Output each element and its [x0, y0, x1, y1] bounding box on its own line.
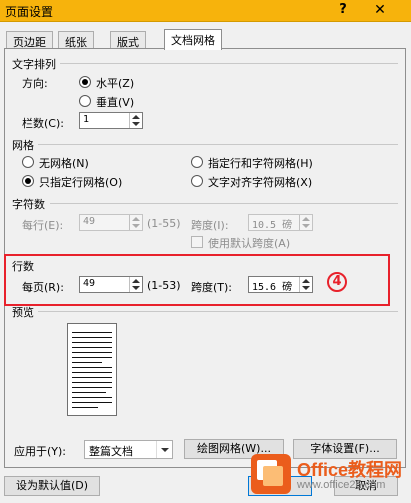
preview-line: [72, 342, 112, 343]
title-bar: 页面设置 ? ✕: [0, 0, 411, 22]
chars-per-line-label: 每行(E):: [22, 219, 64, 232]
text-snap-char-grid-radio[interactable]: [191, 175, 203, 187]
line-pitch-value[interactable]: 15.6 磅: [252, 278, 292, 293]
page-preview: [67, 323, 117, 416]
lines-section: 行数: [12, 260, 34, 273]
preview-line: [72, 357, 112, 358]
watermark: Office教程网 www.office26.com: [241, 450, 411, 503]
line-and-char-grid-label[interactable]: 指定行和字符网格(H): [208, 155, 313, 171]
columns-value[interactable]: 1: [83, 114, 89, 125]
spinner-arrows-icon[interactable]: [299, 277, 312, 292]
spinner-arrows-icon[interactable]: [129, 277, 142, 292]
use-default-pitch-label[interactable]: 使用默认跨度(A): [208, 235, 290, 251]
vertical-label[interactable]: 垂直(V): [96, 94, 134, 110]
spinner-arrows-icon[interactable]: [129, 113, 142, 128]
chars-per-line-spinner[interactable]: 49: [79, 214, 143, 231]
preview-section: 预览: [12, 306, 34, 319]
line-grid-only-label[interactable]: 只指定行网格(O): [39, 174, 122, 190]
horizontal-label[interactable]: 水平(Z): [96, 75, 134, 91]
apply-to-label: 应用于(Y):: [14, 445, 67, 458]
preview-line: [72, 362, 102, 363]
preview-line: [72, 347, 112, 348]
columns-label: 栏数(C):: [22, 117, 64, 130]
tab-margins[interactable]: 页边距: [6, 31, 53, 49]
no-grid-label[interactable]: 无网格(N): [39, 155, 89, 171]
preview-line: [72, 377, 112, 378]
separator: [38, 144, 398, 145]
preview-line: [72, 402, 112, 403]
tab-paper[interactable]: 纸张: [58, 31, 94, 49]
text-snap-char-grid-label[interactable]: 文字对齐字符网格(X): [208, 174, 312, 190]
preview-line: [72, 407, 98, 408]
chars-per-line-range: (1-55): [147, 217, 181, 230]
line-pitch-spinner[interactable]: 15.6 磅: [248, 276, 313, 293]
preview-line: [72, 372, 112, 373]
preview-line: [72, 352, 112, 353]
step-annotation-badge: 4: [327, 272, 347, 292]
preview-line: [72, 382, 112, 383]
preview-line: [72, 332, 112, 333]
tab-document-grid[interactable]: 文档网格: [164, 29, 222, 50]
columns-spinner[interactable]: 1: [79, 112, 143, 129]
line-grid-only-radio[interactable]: [22, 175, 34, 187]
office-logo-icon: [251, 454, 291, 494]
help-button[interactable]: ?: [336, 2, 350, 18]
lines-per-page-value[interactable]: 49: [83, 278, 95, 289]
watermark-url: www.office26.com: [297, 479, 386, 491]
horizontal-radio[interactable]: [79, 76, 91, 88]
tab-layout[interactable]: 版式: [110, 31, 146, 49]
char-pitch-label: 跨度(I):: [191, 219, 229, 232]
spinner-arrows-icon[interactable]: [129, 215, 142, 230]
preview-line: [72, 337, 112, 338]
preview-line: [72, 392, 106, 393]
preview-line: [72, 397, 112, 398]
char-pitch-value[interactable]: 10.5 磅: [252, 216, 292, 231]
set-default-button[interactable]: 设为默认值(D): [4, 476, 100, 496]
chars-per-line-value[interactable]: 49: [83, 216, 95, 227]
separator: [50, 203, 398, 204]
no-grid-radio[interactable]: [22, 156, 34, 168]
window-title: 页面设置: [5, 5, 54, 19]
separator: [60, 63, 398, 64]
lines-per-page-spinner[interactable]: 49: [79, 276, 143, 293]
close-button[interactable]: ✕: [372, 2, 388, 18]
separator: [38, 311, 398, 312]
use-default-pitch-checkbox[interactable]: [191, 236, 203, 248]
grid-section: 网格: [12, 139, 34, 152]
char-pitch-spinner[interactable]: 10.5 磅: [248, 214, 313, 231]
chevron-down-icon[interactable]: [156, 441, 172, 458]
spinner-arrows-icon[interactable]: [299, 215, 312, 230]
text-direction-section: 文字排列: [12, 58, 56, 71]
apply-to-select[interactable]: 整篇文档: [84, 440, 173, 459]
line-and-char-grid-radio[interactable]: [191, 156, 203, 168]
apply-to-value[interactable]: 整篇文档: [89, 443, 133, 459]
lines-per-page-label: 每页(R):: [22, 281, 64, 294]
lines-per-page-range: (1-53): [147, 279, 181, 292]
direction-label: 方向:: [22, 77, 48, 90]
preview-line: [72, 367, 112, 368]
vertical-radio[interactable]: [79, 95, 91, 107]
characters-section: 字符数: [12, 198, 45, 211]
line-pitch-label: 跨度(T):: [191, 281, 233, 294]
preview-line: [72, 387, 112, 388]
